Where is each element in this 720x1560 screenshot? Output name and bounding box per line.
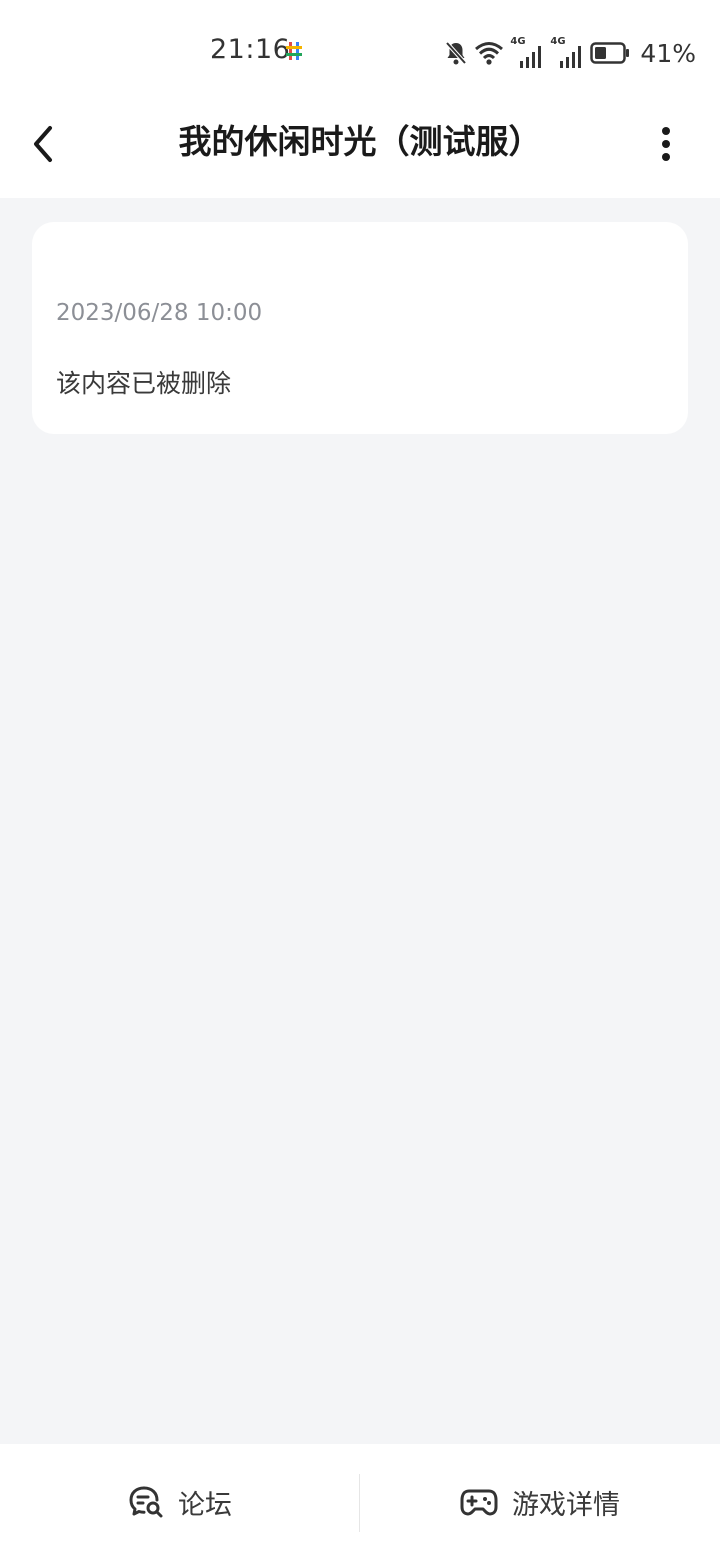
status-bar: 21:16 4G 4G 41% xyxy=(0,0,720,100)
battery-fill xyxy=(595,47,607,59)
game-details-button[interactable]: 游戏详情 xyxy=(360,1444,720,1560)
back-button[interactable] xyxy=(20,120,68,168)
forum-button[interactable]: 论坛 xyxy=(0,1444,360,1560)
status-icons: 4G 4G 41% xyxy=(444,36,696,70)
status-time: 21:16 xyxy=(210,34,291,65)
signal-group-1: 4G xyxy=(510,36,544,68)
post-content: 该内容已被删除 xyxy=(56,369,232,398)
post-date: 2023/06/28 10:00 xyxy=(56,300,263,326)
chevron-left-icon xyxy=(34,126,52,162)
more-options-button[interactable] xyxy=(642,120,690,168)
signal-icon xyxy=(520,46,542,68)
gamepad-icon xyxy=(460,1489,498,1516)
battery-icon xyxy=(590,42,630,64)
chat-search-icon xyxy=(129,1486,163,1518)
app-notification-icon xyxy=(286,42,302,60)
page-title: 我的休闲时光（测试服） xyxy=(178,122,542,161)
signal-group-2: 4G xyxy=(550,36,584,68)
signal-icon xyxy=(560,46,582,68)
forum-label: 论坛 xyxy=(178,1489,232,1521)
game-details-label: 游戏详情 xyxy=(512,1489,620,1521)
top-app-bar: 我的休闲时光（测试服） xyxy=(0,100,720,198)
post-card[interactable]: 2023/06/28 10:00 该内容已被删除 xyxy=(32,222,688,434)
bell-off-icon xyxy=(445,41,467,65)
wifi-icon xyxy=(475,42,504,65)
more-vertical-icon xyxy=(662,127,670,161)
bottom-bar: 论坛 游戏详情 xyxy=(0,1444,720,1560)
battery-percent: 41% xyxy=(640,38,696,68)
